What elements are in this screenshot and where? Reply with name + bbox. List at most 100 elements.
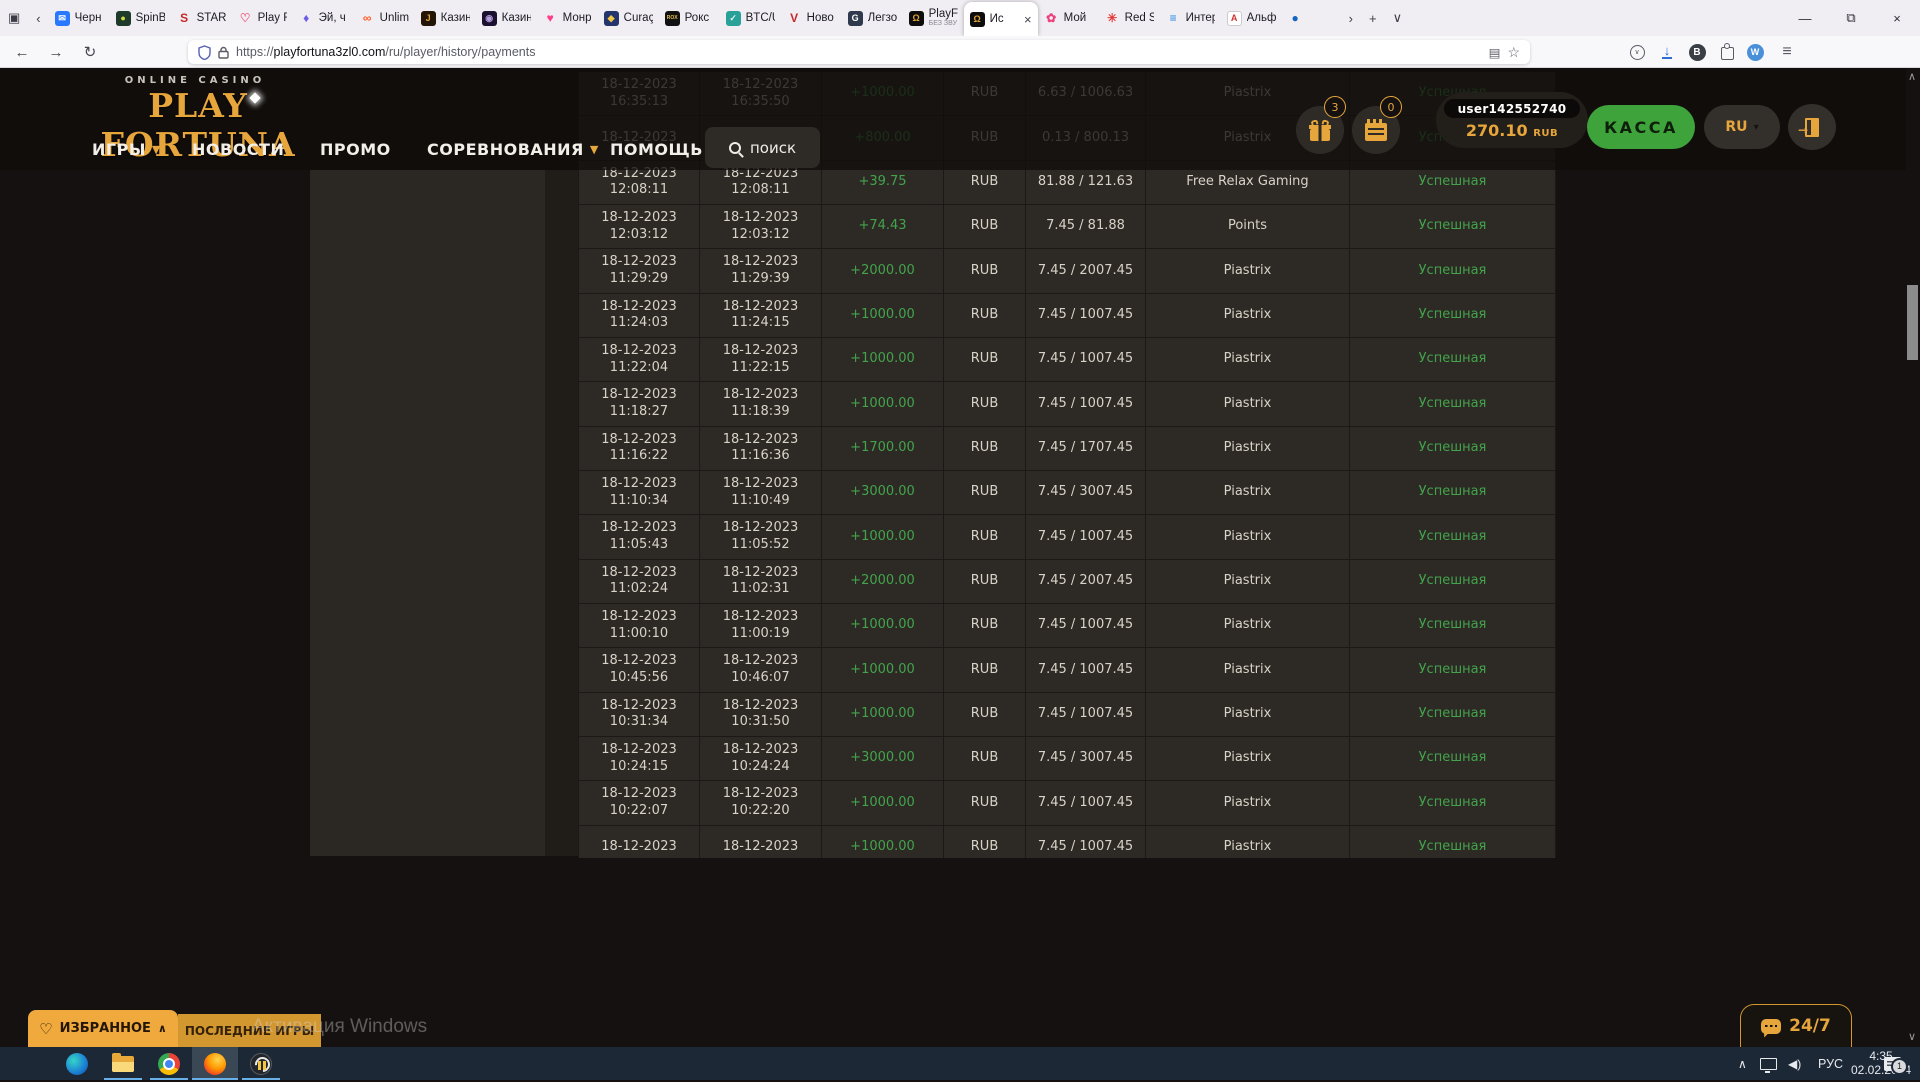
- edge-icon: [66, 1053, 88, 1075]
- nav-item-5[interactable]: ПОМОЩЬ: [610, 128, 703, 170]
- browser-tab[interactable]: ●: [1282, 0, 1341, 36]
- browser-tab[interactable]: ΩPlayFoБЕЗ ЗВУ: [903, 0, 964, 36]
- cell-amount: +1000.00: [822, 826, 944, 858]
- extensions-puzzle-icon[interactable]: [1712, 36, 1742, 68]
- chrome-icon: [158, 1053, 180, 1075]
- cell-method: Piastrix: [1146, 560, 1350, 603]
- cell-status: Успешная: [1350, 560, 1556, 603]
- cell-date-processed: 18-12-202311:10:49: [700, 471, 822, 514]
- firefox-view-icon[interactable]: ▣: [0, 10, 28, 26]
- cell-status: Успешная: [1350, 205, 1556, 248]
- balance: 270.10 RUB: [1436, 121, 1588, 140]
- back-button[interactable]: ←: [8, 36, 36, 68]
- tab-subtitle: БЕЗ ЗВУ: [929, 20, 958, 28]
- browser-tab[interactable]: ≡Интер: [1160, 0, 1221, 36]
- scrollbar-thumb[interactable]: [1907, 285, 1918, 360]
- support-chat-button[interactable]: 24/7: [1740, 1004, 1852, 1047]
- url-bar[interactable]: https://playfortuna3zl0.com/ru/player/hi…: [188, 40, 1530, 64]
- window-close-button[interactable]: ×: [1874, 0, 1920, 36]
- tab-close-icon[interactable]: ×: [1022, 12, 1032, 27]
- browser-tab[interactable]: ●SpinB: [110, 0, 171, 36]
- page-content: 18-12-202316:35:1318-12-202316:35:50+100…: [0, 68, 1920, 1047]
- cashier-button[interactable]: КАССА: [1587, 105, 1695, 149]
- cell-currency: RUB: [944, 826, 1026, 858]
- tab-title: SpinB: [136, 12, 165, 24]
- volume-icon[interactable]: ◀): [1788, 1047, 1801, 1080]
- cell-amount: +2000.00: [822, 560, 944, 603]
- browser-tab[interactable]: GЛегзо: [842, 0, 903, 36]
- browser-tab[interactable]: ∞Unlim: [354, 0, 415, 36]
- tab-scroll-left-icon[interactable]: ‹: [28, 11, 48, 26]
- pocket-icon[interactable]: ∨: [1622, 36, 1652, 68]
- search-button[interactable]: поиск: [705, 127, 820, 168]
- browser-tab[interactable]: JКазин: [415, 0, 476, 36]
- cell-status: Успешная: [1350, 294, 1556, 337]
- cell-date-created: 18-12-202310:31:34: [578, 693, 700, 736]
- browser-tab[interactable]: ◆Curaç: [598, 0, 659, 36]
- cell-amount: +1000.00: [822, 648, 944, 691]
- nav-item-3[interactable]: ПРОМО: [320, 128, 391, 170]
- tracking-shield-icon[interactable]: [198, 45, 211, 60]
- browser-tab[interactable]: ♥Монр: [537, 0, 598, 36]
- panel-gap: [545, 170, 578, 856]
- browser-tab[interactable]: AАльф: [1221, 0, 1282, 36]
- browser-tab[interactable]: ♡Play F: [232, 0, 293, 36]
- cell-status: Успешная: [1350, 693, 1556, 736]
- tray-chevron-icon[interactable]: ∧: [1738, 1047, 1747, 1080]
- payment-row: 18-12-202310:45:5618-12-202310:46:07+100…: [578, 648, 1556, 692]
- cell-balance: 7.45 / 1007.45: [1026, 382, 1146, 425]
- translate-globe-icon[interactable]: W: [1740, 36, 1770, 68]
- browser-tab[interactable]: ◉Казин: [476, 0, 537, 36]
- collapse-caret-icon: ∧: [158, 1022, 167, 1035]
- browser-tab[interactable]: ✿Мой: [1038, 0, 1099, 36]
- new-tab-button[interactable]: +: [1361, 11, 1385, 26]
- browser-tab[interactable]: ✳Red St: [1099, 0, 1160, 36]
- payment-row: 18-12-202311:18:2718-12-202311:18:39+100…: [578, 382, 1556, 426]
- browser-tab-active[interactable]: ΩИс×: [964, 2, 1038, 36]
- tab-scroll-right-icon[interactable]: ›: [1341, 11, 1361, 26]
- nav-item-1[interactable]: ИГРЫ▼: [92, 128, 161, 170]
- taskbar-obs-button[interactable]: [238, 1047, 284, 1080]
- bookmark-star-icon[interactable]: ☆: [1507, 44, 1520, 61]
- logout-button[interactable]: →: [1788, 104, 1836, 150]
- browser-tab[interactable]: ✓BTC/U: [720, 0, 781, 36]
- window-minimize-button[interactable]: —: [1782, 0, 1828, 36]
- account-extension-icon[interactable]: B: [1682, 36, 1712, 68]
- reload-button[interactable]: ↻: [76, 36, 104, 68]
- network-icon[interactable]: [1760, 1047, 1777, 1080]
- browser-tab[interactable]: ROXРокс: [659, 0, 720, 36]
- cell-currency: RUB: [944, 338, 1026, 381]
- language-indicator[interactable]: РУС: [1818, 1047, 1843, 1080]
- scrollbar-up-icon[interactable]: ∧: [1904, 70, 1920, 83]
- cell-status: Успешная: [1350, 648, 1556, 691]
- taskbar-firefox-button[interactable]: [192, 1047, 238, 1080]
- downloads-icon[interactable]: ↓: [1652, 36, 1682, 68]
- browser-tab[interactable]: SSTARD: [171, 0, 232, 36]
- cell-status: Успешная: [1350, 382, 1556, 425]
- scrollbar-down-icon[interactable]: ∨: [1904, 1030, 1920, 1043]
- taskbar-edge-button[interactable]: [54, 1047, 100, 1080]
- window-restore-button[interactable]: ⧉: [1828, 0, 1874, 36]
- reader-mode-icon[interactable]: ▤: [1489, 45, 1501, 60]
- menu-hamburger-icon[interactable]: ≡: [1772, 36, 1802, 68]
- favorites-tab[interactable]: ♡ ИЗБРАННОЕ ∧: [28, 1010, 178, 1047]
- cell-currency: RUB: [944, 471, 1026, 514]
- gifts-badge: 3: [1324, 96, 1346, 118]
- cell-date-created: 18-12-202311:29:29: [578, 249, 700, 292]
- browser-tab[interactable]: ✉Черн: [49, 0, 110, 36]
- tab-title: Казин: [502, 12, 531, 24]
- nav-item-4[interactable]: СОРЕВНОВАНИЯ▼: [427, 128, 599, 170]
- taskbar-chrome-button[interactable]: [146, 1047, 192, 1080]
- browser-tab[interactable]: ♦Эй, ч: [293, 0, 354, 36]
- cell-method: Piastrix: [1146, 648, 1350, 691]
- browser-tab[interactable]: VНово: [781, 0, 842, 36]
- language-dropdown[interactable]: RU ▾: [1704, 105, 1780, 149]
- cell-status: Успешная: [1350, 338, 1556, 381]
- list-tabs-icon[interactable]: ∨: [1385, 10, 1411, 26]
- taskbar-explorer-button[interactable]: [100, 1047, 146, 1080]
- payments-table: 18-12-202316:35:1318-12-202316:35:50+100…: [578, 72, 1556, 858]
- forward-button[interactable]: →: [42, 36, 70, 68]
- payment-row: 18-12-202311:10:3418-12-202311:10:49+300…: [578, 471, 1556, 515]
- nav-item-2[interactable]: НОВОСТИ: [192, 128, 284, 170]
- notification-center-icon[interactable]: 1: [1884, 1047, 1901, 1080]
